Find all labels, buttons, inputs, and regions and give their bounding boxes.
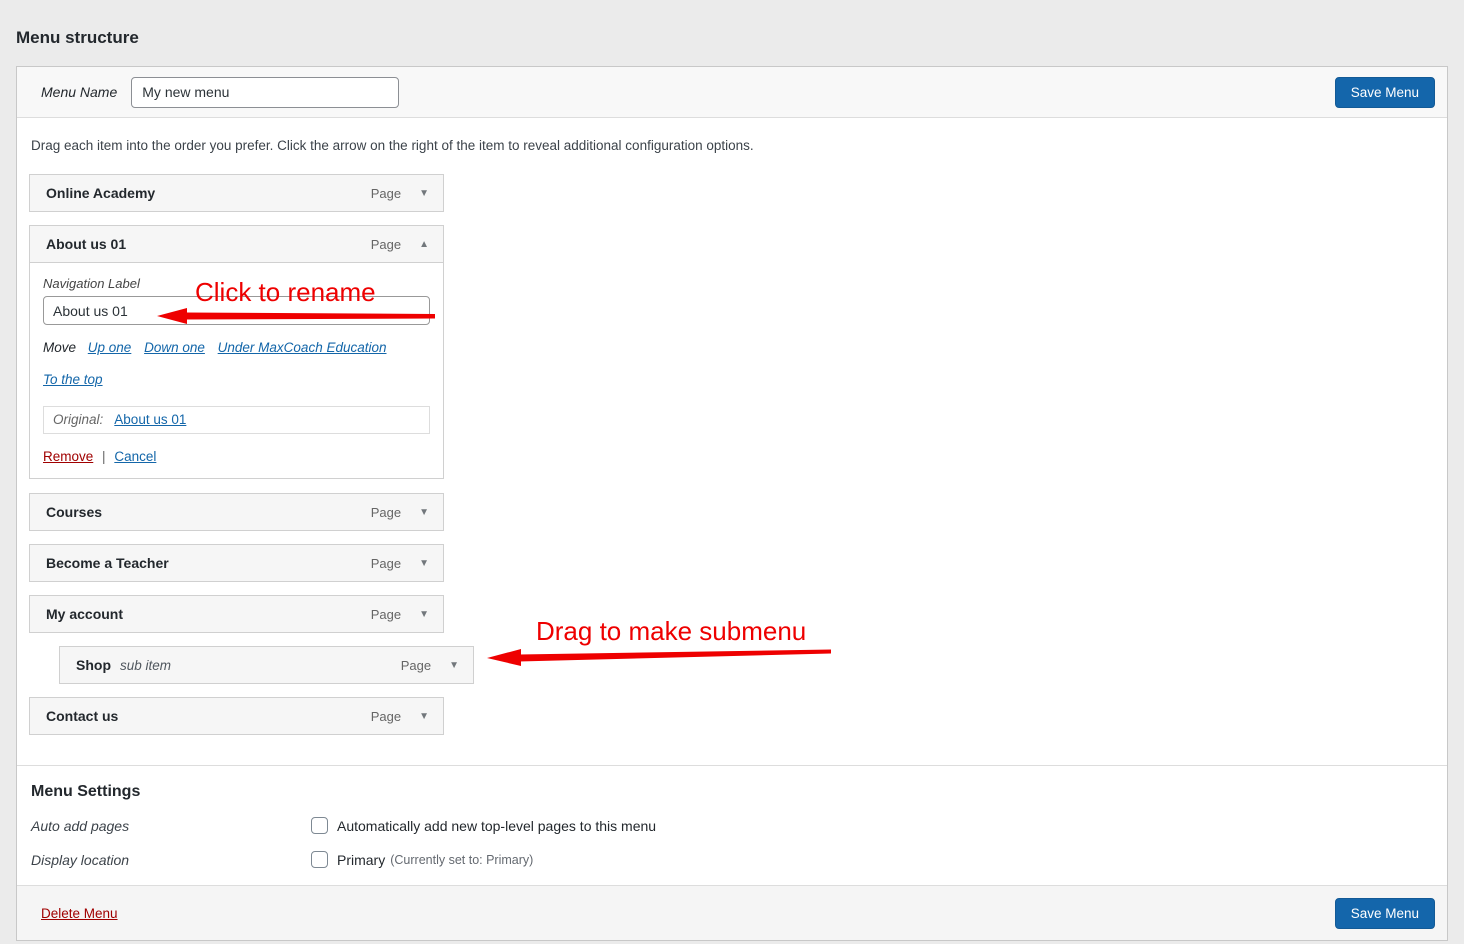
menu-item-about-us-01[interactable]: About us 01 Page ▲	[29, 225, 444, 263]
chevron-down-icon[interactable]: ▼	[419, 507, 429, 518]
menu-item-label: Contact us	[46, 708, 118, 724]
menu-item-type: Page	[371, 709, 401, 724]
chevron-down-icon[interactable]: ▼	[419, 558, 429, 569]
chevron-down-icon[interactable]: ▼	[419, 711, 429, 722]
save-menu-button-top[interactable]: Save Menu	[1335, 77, 1435, 108]
menu-structure-body: Drag each item into the order you prefer…	[17, 118, 1447, 735]
original-item-link[interactable]: About us 01	[114, 412, 186, 427]
cancel-item-link[interactable]: Cancel	[114, 449, 156, 464]
separator: |	[102, 449, 106, 464]
display-location-row: Display location Primary (Currently set …	[29, 851, 1435, 868]
menu-item-become-a-teacher[interactable]: Become a Teacher Page ▼	[29, 544, 444, 582]
move-to-top-link[interactable]: To the top	[43, 372, 103, 387]
menu-footer-actions: Delete Menu Save Menu	[17, 885, 1447, 940]
delete-menu-link[interactable]: Delete Menu	[41, 906, 118, 921]
menu-item-my-account[interactable]: My account Page ▼	[29, 595, 444, 633]
menu-name-row: Menu Name Save Menu	[17, 67, 1447, 118]
menu-item-type: Page	[371, 237, 401, 252]
item-actions-row: Remove | Cancel	[43, 449, 430, 464]
menu-item-contact-us[interactable]: Contact us Page ▼	[29, 697, 444, 735]
menu-item-label: Become a Teacher	[46, 555, 169, 571]
menu-item-type: Page	[371, 607, 401, 622]
auto-add-pages-label: Auto add pages	[29, 818, 311, 834]
navigation-label-caption: Navigation Label	[43, 276, 430, 291]
move-actions-row: Move Up one Down one Under MaxCoach Educ…	[43, 338, 430, 357]
menu-items-list: Online Academy Page ▼ About us 01 Page ▲…	[29, 174, 1229, 735]
menu-settings-title: Menu Settings	[31, 783, 1433, 801]
menu-editor-panel: Menu Name Save Menu Drag each item into …	[16, 66, 1448, 941]
display-location-primary-text: Primary	[337, 852, 385, 868]
chevron-up-icon[interactable]: ▲	[419, 239, 429, 250]
original-item-box: Original: About us 01	[43, 406, 430, 434]
menu-item-type: Page	[371, 186, 401, 201]
move-caption: Move	[43, 340, 76, 355]
display-location-current-note: (Currently set to: Primary)	[390, 853, 533, 867]
menu-item-label: Shop	[76, 657, 111, 673]
save-menu-button-bottom[interactable]: Save Menu	[1335, 898, 1435, 929]
auto-add-pages-checkbox[interactable]	[311, 817, 328, 834]
original-caption: Original:	[53, 412, 103, 427]
auto-add-pages-row: Auto add pages Automatically add new top…	[29, 817, 1435, 834]
menu-item-label: My account	[46, 606, 123, 622]
menu-settings-section: Menu Settings Auto add pages Automatical…	[17, 766, 1447, 868]
chevron-down-icon[interactable]: ▼	[419, 609, 429, 620]
chevron-down-icon[interactable]: ▼	[449, 660, 459, 671]
move-actions-row-2: To the top	[43, 370, 430, 389]
menu-item-type: Page	[371, 556, 401, 571]
chevron-down-icon[interactable]: ▼	[419, 188, 429, 199]
menu-name-label: Menu Name	[41, 84, 117, 100]
menu-item-subitem-caption: sub item	[120, 658, 171, 673]
display-location-primary-checkbox[interactable]	[311, 851, 328, 868]
submenu-annotation-text: Drag to make submenu	[536, 616, 806, 647]
menu-item-shop[interactable]: Shop sub item Page ▼	[59, 646, 474, 684]
submenu-annotation-arrow-icon	[487, 646, 831, 668]
menu-item-settings-panel: Navigation Label Move Up one Down one Un…	[29, 263, 444, 479]
menu-name-input[interactable]	[131, 77, 399, 108]
auto-add-pages-text: Automatically add new top-level pages to…	[337, 818, 656, 834]
display-location-label: Display location	[29, 852, 311, 868]
menu-item-label: About us 01	[46, 236, 126, 252]
menu-item-label: Online Academy	[46, 185, 155, 201]
move-down-one-link[interactable]: Down one	[144, 340, 205, 355]
menu-item-courses[interactable]: Courses Page ▼	[29, 493, 444, 531]
move-under-maxcoach-link[interactable]: Under MaxCoach Education	[218, 340, 387, 355]
menu-item-online-academy[interactable]: Online Academy Page ▼	[29, 174, 444, 212]
navigation-label-input[interactable]	[43, 296, 430, 325]
menu-item-type: Page	[401, 658, 431, 673]
drag-instruction-text: Drag each item into the order you prefer…	[29, 118, 1435, 174]
menu-item-type: Page	[371, 505, 401, 520]
remove-item-link[interactable]: Remove	[43, 449, 93, 464]
menu-item-label: Courses	[46, 504, 102, 520]
move-up-one-link[interactable]: Up one	[88, 340, 132, 355]
page-title: Menu structure	[0, 0, 1464, 66]
